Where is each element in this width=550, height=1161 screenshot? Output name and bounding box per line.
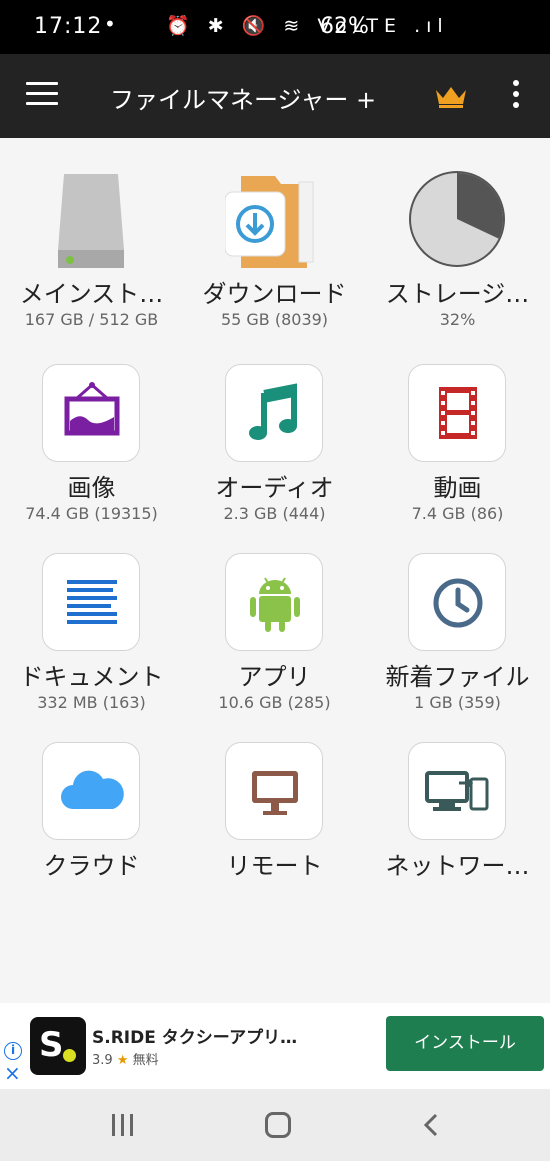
tile-storage[interactable]: ストレージ… 32% — [366, 170, 549, 340]
ad-rating-value: 3.9 — [92, 1053, 113, 1068]
tile-cloud[interactable]: クラウド — [0, 742, 183, 882]
tile-label: 新着ファイル — [385, 663, 530, 691]
ad-banner[interactable]: i × S S.RIDE タクシーアプリ… 3.9 ★ 無料 インストール — [0, 1003, 550, 1089]
tile-label: 動画 — [433, 474, 482, 502]
cloud-icon — [42, 742, 140, 840]
tile-apps[interactable]: アプリ 10.6 GB (285) — [183, 553, 366, 723]
tile-label: リモート — [226, 852, 323, 880]
tile-sub: 1 GB (359) — [414, 693, 501, 712]
notification-dot: • — [104, 12, 116, 36]
status-time: 17:12 — [34, 14, 103, 39]
film-strip-icon — [408, 364, 506, 462]
tile-recent-files[interactable]: 新着ファイル 1 GB (359) — [366, 553, 549, 723]
tile-label: ストレージ… — [385, 280, 530, 308]
tile-sub: 74.4 GB (19315) — [25, 504, 158, 523]
back-icon[interactable] — [420, 1111, 444, 1139]
tile-sub: 332 MB (163) — [37, 693, 146, 712]
home-icon[interactable] — [265, 1112, 291, 1138]
tile-sub: 167 GB / 512 GB — [24, 310, 159, 329]
tile-label: ネットワー… — [385, 852, 530, 880]
tile-download[interactable]: ダウンロード 55 GB (8039) — [183, 170, 366, 340]
monitor-icon — [225, 742, 323, 840]
tile-label: 画像 — [67, 474, 116, 502]
tile-network[interactable]: ネットワー… — [366, 742, 549, 882]
music-note-icon — [225, 364, 323, 462]
tile-sub: 32% — [439, 310, 476, 329]
install-button[interactable]: インストール — [386, 1016, 544, 1071]
tile-label: アプリ — [238, 663, 311, 691]
tile-remote[interactable]: リモート — [183, 742, 366, 882]
system-nav-bar — [0, 1089, 550, 1161]
star-icon: ★ — [116, 1053, 129, 1068]
app-bar: ファイルマネージャー + — [0, 54, 550, 138]
download-folder-icon — [225, 170, 323, 268]
network-devices-icon — [408, 742, 506, 840]
ad-price: 無料 — [132, 1053, 159, 1068]
tile-main-storage[interactable]: メインスト… 167 GB / 512 GB — [0, 170, 183, 340]
ad-info-icon[interactable]: i — [4, 1042, 22, 1060]
image-frame-icon — [42, 364, 140, 462]
tile-label: ダウンロード — [202, 280, 347, 308]
tile-label: オーディオ — [215, 474, 334, 502]
tile-video[interactable]: 動画 7.4 GB (86) — [366, 364, 549, 534]
tile-sub: 55 GB (8039) — [220, 310, 329, 329]
hard-drive-icon — [42, 170, 140, 268]
ad-app-logo[interactable]: S — [30, 1017, 86, 1075]
ad-close-icon[interactable]: × — [4, 1063, 21, 1083]
recents-icon[interactable] — [112, 1114, 136, 1136]
clock-icon — [408, 553, 506, 651]
tile-sub: 10.6 GB (285) — [218, 693, 331, 712]
ad-rating: 3.9 ★ 無料 — [92, 1049, 159, 1068]
android-icon — [225, 553, 323, 651]
more-options-icon[interactable] — [511, 80, 521, 110]
tile-sub: 7.4 GB (86) — [411, 504, 504, 523]
storage-pie-icon — [408, 170, 506, 268]
status-icons: ⏰ ✱ 🔇 ≋ VoLTE .ıl — [166, 15, 449, 37]
battery-level: 62% — [320, 14, 369, 39]
ad-app-name[interactable]: S.RIDE タクシーアプリ… — [92, 1023, 297, 1048]
document-lines-icon — [42, 553, 140, 651]
hamburger-menu-icon[interactable] — [26, 82, 58, 108]
crown-icon[interactable] — [434, 84, 468, 108]
status-bar: 17:12 • ⏰ ✱ 🔇 ≋ VoLTE .ıl 62% — [0, 0, 550, 54]
ad-logo-letter: S — [39, 1025, 64, 1065]
tile-audio[interactable]: オーディオ 2.3 GB (444) — [183, 364, 366, 534]
tile-label: ドキュメント — [19, 663, 164, 691]
tile-documents[interactable]: ドキュメント 332 MB (163) — [0, 553, 183, 723]
tile-sub: 2.3 GB (444) — [223, 504, 326, 523]
tile-label: クラウド — [43, 852, 140, 880]
tile-label: メインスト… — [19, 280, 164, 308]
tile-images[interactable]: 画像 74.4 GB (19315) — [0, 364, 183, 534]
app-title: ファイルマネージャー + — [110, 86, 377, 114]
logo-dot-icon — [63, 1049, 76, 1062]
